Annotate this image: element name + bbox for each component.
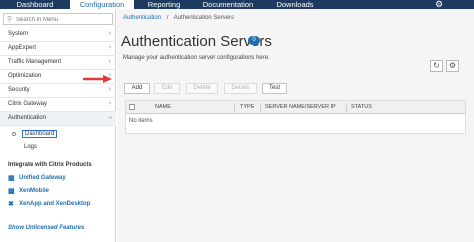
- chevron-right-icon: ›: [108, 86, 111, 93]
- tree-node-icon: [12, 132, 16, 136]
- sidebar-item-label: Optimization: [8, 73, 42, 79]
- tab-documentation[interactable]: Documentation: [196, 0, 260, 9]
- product-link-unified-gateway[interactable]: ▦ Unified Gateway: [8, 175, 66, 185]
- sidebar-subitem-label: Logs: [24, 144, 38, 150]
- sidebar-item-appexpert[interactable]: AppExpert ›: [0, 42, 116, 56]
- chevron-down-icon: ›: [106, 116, 114, 119]
- sidebar-item-label: Security: [8, 87, 30, 93]
- test-button[interactable]: Test: [262, 83, 287, 94]
- top-navigation-bar: Dashboard Configuration Reporting Docume…: [0, 0, 474, 9]
- product-link-xenapp-xendesktop[interactable]: ✖ XenApp and XenDesktop: [8, 201, 90, 211]
- sidebar-subitem-dashboard[interactable]: Dashboard: [0, 128, 116, 140]
- gear-icon[interactable]: ⚙: [433, 0, 445, 9]
- edit-button[interactable]: Edit: [154, 83, 180, 94]
- chevron-right-icon: ›: [108, 58, 111, 65]
- sidebar-item-label: Traffic Management: [8, 59, 62, 65]
- breadcrumb: Authentication / Authentication Servers: [123, 15, 234, 21]
- column-header-name[interactable]: NAME: [155, 104, 171, 110]
- sidebar-subitem-logs[interactable]: Logs: [0, 142, 116, 154]
- table-empty-message: No items: [129, 118, 153, 124]
- sidebar-item-authentication[interactable]: Authentication ›: [0, 112, 116, 126]
- column-divider: [346, 103, 347, 112]
- count-badge: 0: [248, 36, 260, 45]
- show-unlicensed-features-link[interactable]: Show Unlicensed Features: [8, 225, 84, 231]
- add-button[interactable]: Add: [124, 83, 150, 94]
- chevron-right-icon: ›: [108, 30, 111, 37]
- sidebar-item-label: Citrix Gateway: [8, 101, 48, 107]
- breadcrumb-current: Authentication Servers: [173, 15, 235, 21]
- delete-button[interactable]: Delete: [186, 83, 218, 94]
- product-label: XenMobile: [19, 188, 50, 194]
- settings-button[interactable]: ⚙: [446, 60, 459, 72]
- breadcrumb-parent-link[interactable]: Authentication: [123, 15, 161, 21]
- refresh-button[interactable]: ↻: [430, 60, 443, 72]
- sidebar-subitem-label: Dashboard: [22, 130, 58, 138]
- sidebar-item-security[interactable]: Security ›: [0, 84, 116, 98]
- column-header-server[interactable]: SERVER NAME/SERVER IP: [265, 104, 336, 110]
- column-divider: [260, 103, 261, 112]
- chevron-right-icon: ›: [108, 100, 111, 107]
- tab-configuration[interactable]: Configuration: [70, 0, 134, 9]
- select-all-checkbox[interactable]: [129, 104, 135, 110]
- menu-search-input[interactable]: [16, 15, 110, 24]
- gateway-icon: ▦: [8, 175, 15, 182]
- product-link-xenmobile[interactable]: ▩ XenMobile: [8, 188, 49, 198]
- integrate-heading: Integrate with Citrix Products: [8, 162, 92, 168]
- sidebar-item-label: System: [8, 31, 29, 37]
- desktop-icon: ✖: [8, 201, 14, 208]
- servers-table: NAME TYPE SERVER NAME/SERVER IP STATUS N…: [125, 100, 466, 134]
- main-content: Authentication / Authentication Servers …: [117, 9, 474, 242]
- sidebar-item-system[interactable]: System ›: [0, 28, 116, 42]
- column-header-type[interactable]: TYPE: [240, 104, 254, 110]
- sidebar-item-citrix-gateway[interactable]: Citrix Gateway ›: [0, 98, 116, 112]
- breadcrumb-separator: /: [166, 15, 169, 21]
- mobile-icon: ▩: [8, 188, 15, 195]
- tab-reporting[interactable]: Reporting: [140, 0, 188, 9]
- search-icon: ⚲: [7, 16, 13, 23]
- refresh-icon: ↻: [433, 61, 440, 70]
- sidebar-item-label: Authentication: [8, 115, 47, 121]
- sidebar-item-label: AppExpert: [8, 45, 37, 51]
- gear-icon: ⚙: [448, 61, 457, 70]
- sidebar-item-traffic-management[interactable]: Traffic Management ›: [0, 56, 116, 70]
- details-button[interactable]: Details: [224, 83, 257, 94]
- column-header-status[interactable]: STATUS: [351, 104, 372, 110]
- tab-dashboard[interactable]: Dashboard: [9, 0, 61, 9]
- menu-search-box[interactable]: ⚲: [3, 13, 113, 25]
- chevron-right-icon: ›: [108, 44, 111, 51]
- product-label: Unified Gateway: [19, 175, 66, 181]
- page-subtitle: Manage your authentication server config…: [123, 55, 270, 61]
- tab-downloads[interactable]: Downloads: [268, 0, 322, 9]
- table-header: NAME TYPE SERVER NAME/SERVER IP STATUS: [126, 101, 465, 114]
- column-divider: [234, 103, 235, 112]
- product-label: XenApp and XenDesktop: [19, 201, 91, 207]
- annotation-arrow-icon: [83, 75, 112, 83]
- sidebar: ⚲ System › AppExpert › Traffic Managemen…: [0, 9, 116, 242]
